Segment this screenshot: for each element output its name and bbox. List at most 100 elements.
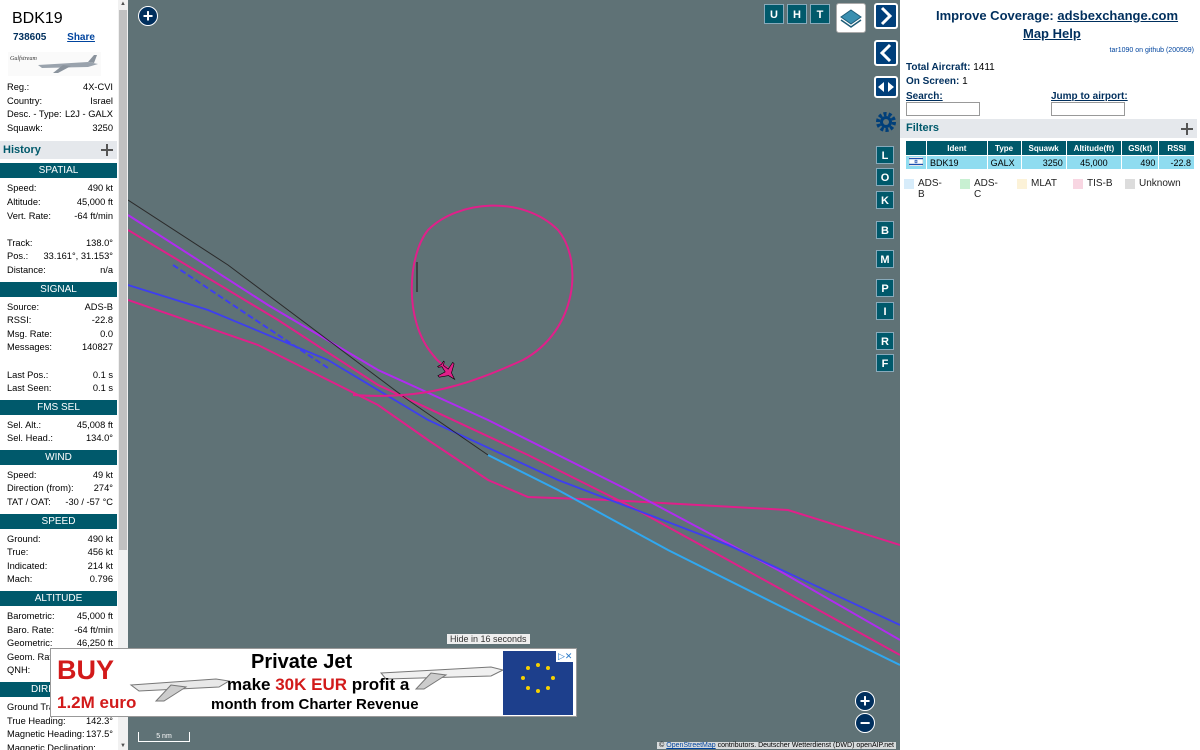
adsbexchange-link[interactable]: adsbexchange.com xyxy=(1057,8,1178,23)
map-attribution: © OpenStreetMap contributors. Deutscher … xyxy=(657,742,896,749)
map-btn-u[interactable]: U xyxy=(764,4,784,24)
expand-sidebar-button[interactable] xyxy=(874,3,898,29)
detail-label: Reg.: xyxy=(7,82,30,92)
legend-item[interactable]: MLAT xyxy=(1017,178,1057,189)
info-label: Ground: xyxy=(7,533,41,544)
detail-label: Desc. - Type: xyxy=(7,109,62,120)
info-value: 0.0 xyxy=(100,328,113,339)
table-header[interactable]: GS(kt) xyxy=(1121,140,1160,156)
legend-item[interactable]: ADS-C xyxy=(960,178,1002,200)
scroll-down-arrow-icon[interactable]: ▼ xyxy=(120,743,126,749)
ad-close-icon[interactable]: ▷✕ xyxy=(556,651,575,662)
info-value: 274° xyxy=(93,483,113,494)
filters-plus-icon[interactable] xyxy=(1181,123,1193,135)
callsign-title: BDK19 xyxy=(12,10,63,27)
section-header: FMS SEL xyxy=(0,399,117,415)
jump-airport-input[interactable] xyxy=(1051,102,1125,116)
detail-value: 4X-CVI xyxy=(83,82,113,92)
detail-label: Squawk: xyxy=(7,122,43,133)
arrows-horizontal-icon xyxy=(878,82,894,92)
scroll-up-arrow-icon[interactable]: ▲ xyxy=(120,1,126,7)
version-link[interactable]: tar1090 on github (200509) xyxy=(1110,47,1194,54)
toggle-width-button[interactable] xyxy=(874,76,898,98)
map-btn-b[interactable]: B xyxy=(876,221,894,239)
table-cell: BDK19 xyxy=(926,155,988,170)
info-row: Messages: 140827 xyxy=(0,341,117,355)
map-help-link[interactable]: Map Help xyxy=(1023,26,1081,41)
info-label: Altitude: xyxy=(7,196,41,207)
info-row: Msg. Rate: 0.0 xyxy=(0,328,117,342)
legend-label: TIS-B xyxy=(1087,178,1113,189)
search-input[interactable] xyxy=(906,102,980,116)
scrollbar-thumb[interactable] xyxy=(119,10,127,550)
table-cell: GALX xyxy=(986,155,1022,170)
table-cell: -22.8 xyxy=(1158,155,1195,170)
layers-icon xyxy=(840,9,862,28)
info-row: Speed: 490 kt xyxy=(0,182,117,196)
map-btn-r[interactable]: R xyxy=(876,332,894,350)
table-header[interactable]: Type xyxy=(986,140,1022,156)
info-label: Speed: xyxy=(7,183,37,194)
table-cell: 3250 xyxy=(1020,155,1067,170)
section-header: SPATIAL xyxy=(0,163,117,179)
map-zoom-out-icon[interactable]: − xyxy=(855,713,875,733)
section-header: SPEED xyxy=(0,513,117,529)
aircraft-photo[interactable]: Gulfstream xyxy=(8,52,101,76)
table-header[interactable]: Ident xyxy=(926,140,988,156)
info-value: 214 kt xyxy=(87,560,113,571)
share-link[interactable]: Share xyxy=(67,32,95,43)
table-header[interactable]: Altitude(ft) xyxy=(1065,140,1123,156)
detail-label: Country: xyxy=(7,95,43,106)
left-panel-scrollbar[interactable]: ▲ ▼ xyxy=(118,0,128,750)
info-label: RSSI: xyxy=(7,315,32,326)
info-label: Last Pos.: xyxy=(7,369,49,380)
filters-toggle[interactable]: Filters xyxy=(900,119,1197,138)
map-layers-button[interactable] xyxy=(836,3,866,33)
map-zoom-in-top-icon[interactable]: + xyxy=(138,6,158,26)
legend-item[interactable]: ADS-B xyxy=(904,178,946,200)
detail-row: Reg.: 4X-CVI xyxy=(0,81,117,95)
table-row[interactable]: BDK19 GALX 3250 45,000 490 -22.8 xyxy=(905,155,1195,170)
settings-gear-icon[interactable] xyxy=(874,110,898,134)
info-row: True: 456 kt xyxy=(0,546,117,560)
collapse-sidebar-button[interactable] xyxy=(874,40,898,66)
info-value: -22.8 xyxy=(91,315,113,326)
info-label: Geometric: xyxy=(7,638,53,649)
info-value: ADS-B xyxy=(84,301,113,312)
info-label: TAT / OAT: xyxy=(7,497,51,508)
chevron-right-icon xyxy=(880,6,893,26)
table-header[interactable] xyxy=(905,140,927,156)
info-row xyxy=(0,223,117,237)
expand-plus-icon[interactable] xyxy=(101,144,113,157)
info-row: Barometric: 45,000 ft xyxy=(0,610,117,624)
info-label: QNH: xyxy=(7,665,31,676)
map-btn-h[interactable]: H xyxy=(787,4,807,24)
map-btn-p[interactable]: P xyxy=(876,279,894,297)
map-zoom-in-icon[interactable]: + xyxy=(855,691,875,711)
map-btn-t[interactable]: T xyxy=(810,4,830,24)
legend-item[interactable]: TIS-B xyxy=(1073,178,1115,189)
legend-label: MLAT xyxy=(1031,178,1057,189)
legend-label: ADS-B xyxy=(918,178,942,200)
map-btn-k[interactable]: K xyxy=(876,191,894,209)
table-header[interactable]: Squawk xyxy=(1020,140,1067,156)
info-row: RSSI: -22.8 xyxy=(0,314,117,328)
history-toggle[interactable]: History xyxy=(0,141,117,160)
info-label: True: xyxy=(7,547,29,558)
table-header[interactable]: RSSI xyxy=(1158,140,1195,156)
info-row: Magnetic Heading: 137.5° xyxy=(0,728,117,742)
legend-swatch xyxy=(1073,179,1083,189)
ad-price-text: 1.2M euro xyxy=(57,693,137,712)
openstreetmap-link[interactable]: OpenStreetMap xyxy=(666,742,715,749)
info-row: Baro. Rate: -64 ft/min xyxy=(0,624,117,638)
map-btn-f[interactable]: F xyxy=(876,354,894,372)
map-btn-m[interactable]: M xyxy=(876,250,894,268)
advertisement-banner[interactable]: BUY 1.2M euro Private Jet make 30K EUR p… xyxy=(50,648,577,717)
map-btn-l[interactable]: L xyxy=(876,146,894,164)
info-row: TAT / OAT: -30 / -57 °C xyxy=(0,496,117,510)
info-label: Vert. Rate: xyxy=(7,210,51,221)
map-btn-i[interactable]: I xyxy=(876,302,894,320)
legend-item[interactable]: Unknown xyxy=(1125,178,1181,189)
map-btn-o[interactable]: O xyxy=(876,168,894,186)
info-label: Barometric: xyxy=(7,611,55,622)
